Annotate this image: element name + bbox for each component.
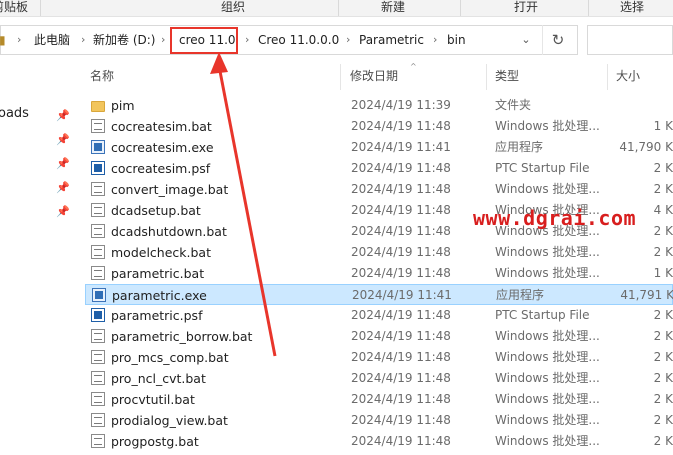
annotation-arrow xyxy=(210,52,277,357)
